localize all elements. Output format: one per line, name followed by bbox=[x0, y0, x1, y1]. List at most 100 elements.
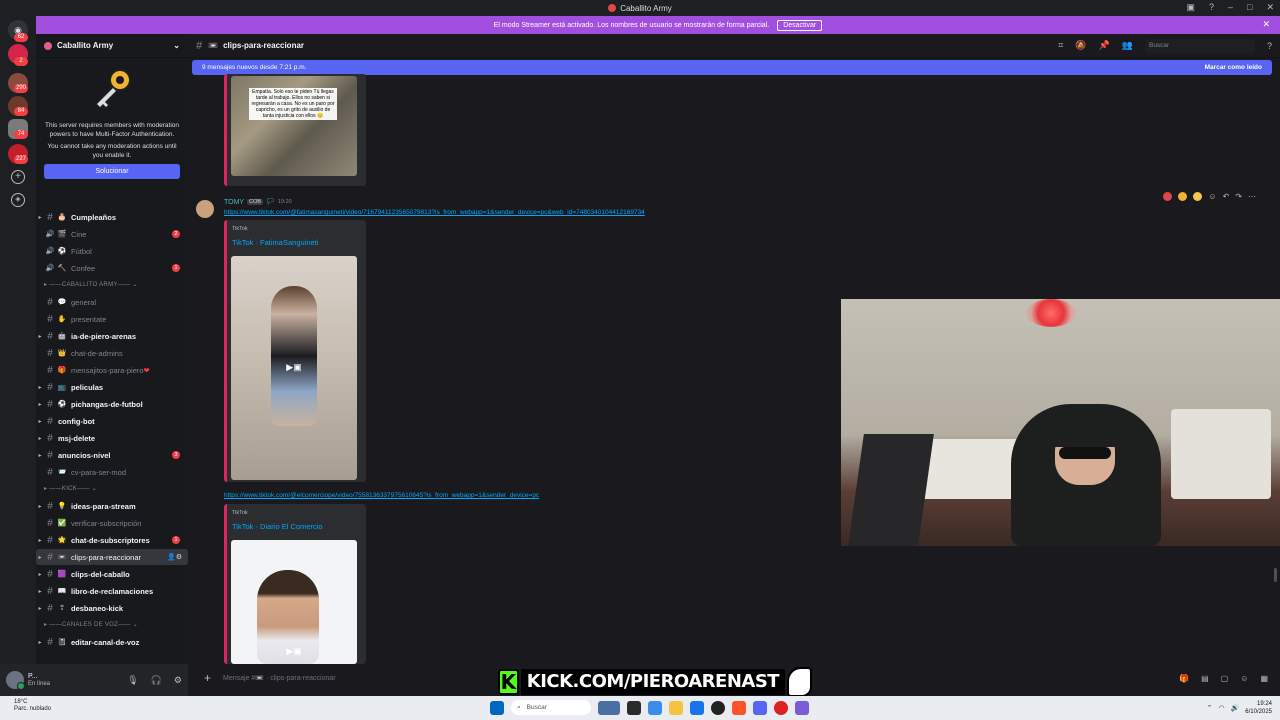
channel-item[interactable]: ▸ # 📓 editar-canal-de-voz bbox=[36, 634, 188, 650]
reaction-emoji-icon[interactable] bbox=[1163, 192, 1173, 201]
app-icon[interactable] bbox=[774, 700, 788, 715]
channel-category[interactable]: ▸ ——CABALLITO ARMY—— ⌄ bbox=[44, 281, 138, 288]
channel-item[interactable]: ▸ # ❣ desbaneo-kick bbox=[36, 600, 188, 616]
channel-item[interactable]: 🔊 ⚽ Fútbol bbox=[36, 243, 188, 259]
clock[interactable]: 19:24 6/10/2025 bbox=[1245, 700, 1272, 716]
channel-label: cv-para-ser-mod bbox=[71, 467, 127, 477]
help-icon[interactable]: ? bbox=[1267, 41, 1272, 51]
close-icon[interactable]: ✕ bbox=[1262, 19, 1270, 30]
wifi-icon[interactable]: ◠ bbox=[1218, 704, 1224, 712]
streamer-mode-text: El modo Streamer está activado. Los nomb… bbox=[493, 21, 770, 29]
minimize-button[interactable]: – bbox=[1228, 2, 1233, 13]
apps-icon[interactable]: ▦ bbox=[1260, 674, 1268, 683]
channel-item[interactable]: # 💬 general bbox=[36, 294, 188, 310]
discover-icon[interactable]: ◈ bbox=[11, 193, 25, 207]
gift-icon[interactable]: 🎁 bbox=[1179, 674, 1189, 683]
sticker-icon[interactable]: ▢ bbox=[1221, 674, 1229, 683]
channel-item[interactable]: # 📨 cv-para-ser-mod bbox=[36, 464, 188, 480]
reply-icon[interactable]: ↶ bbox=[1223, 192, 1230, 201]
headphones-icon[interactable]: 🎧 bbox=[151, 675, 162, 686]
channel-item[interactable]: ▸ # 🎂 Cumpleaños bbox=[36, 209, 188, 225]
emoji-icon[interactable]: ☺ bbox=[1240, 674, 1248, 683]
windows-start-icon[interactable] bbox=[490, 700, 504, 715]
message-link[interactable]: https://www.tiktok.com/@fatimasanguineti… bbox=[224, 209, 645, 216]
channel-item[interactable]: ▸ # msj-delete bbox=[36, 430, 188, 446]
hash-icon: # bbox=[47, 568, 53, 580]
discord-app: Caballito Army ▣ ? – □ ✕ El modo Streame… bbox=[0, 0, 1280, 720]
brave-icon[interactable] bbox=[732, 700, 746, 715]
widget-icon[interactable] bbox=[598, 700, 620, 715]
solucionar-button[interactable]: Solucionar bbox=[44, 164, 180, 179]
add-attachment-icon[interactable]: + bbox=[204, 671, 211, 685]
channel-item[interactable]: 🔊 🎬 Cine 2 bbox=[36, 226, 188, 242]
embed-title[interactable]: TikTok · Diario El Comercio bbox=[232, 522, 323, 531]
inbox-icon[interactable]: ▣ bbox=[1186, 2, 1195, 13]
channel-item[interactable]: ▸ # 📺 peliculas bbox=[36, 379, 188, 395]
chevron-up-icon[interactable]: ⌃ bbox=[1207, 704, 1213, 712]
channel-item[interactable]: ▸ # ⚽ pichangas-de-futbol bbox=[36, 396, 188, 412]
app-icon[interactable] bbox=[795, 700, 809, 715]
gif-icon[interactable]: ▤ bbox=[1201, 674, 1209, 683]
volume-icon[interactable]: 🔊 bbox=[1231, 704, 1240, 712]
channel-item[interactable]: ▸ # 🤖 ia-de-piero-arenas bbox=[36, 328, 188, 344]
file-explorer-icon[interactable] bbox=[669, 700, 683, 715]
new-messages-bar[interactable]: 9 mensajes nuevos desde 7:21 p.m. Marcar… bbox=[192, 60, 1272, 75]
threads-icon[interactable]: ⌗ bbox=[1058, 40, 1063, 51]
channel-item[interactable]: ▸ # config-bot bbox=[36, 413, 188, 429]
channel-item[interactable]: # 🎁 mensajitos-para-piero ❤ bbox=[36, 362, 188, 378]
obs-icon[interactable] bbox=[711, 700, 725, 715]
maximize-button[interactable]: □ bbox=[1247, 2, 1252, 13]
help-icon[interactable]: ? bbox=[1209, 2, 1214, 13]
neon-logo bbox=[1026, 299, 1076, 327]
composer-input[interactable]: Mensaje #📼 · clips-para-reaccionar bbox=[223, 674, 336, 682]
search-input[interactable]: Buscar bbox=[1144, 38, 1255, 53]
horse-icon bbox=[787, 667, 812, 697]
more-icon[interactable]: ⋯ bbox=[1248, 192, 1256, 201]
mic-icon[interactable]: 🎙 bbox=[127, 675, 138, 686]
mute-icon[interactable]: 🔕 bbox=[1075, 40, 1086, 51]
add-server-icon[interactable]: + bbox=[11, 170, 25, 184]
add-reaction-icon[interactable]: ☺ bbox=[1208, 192, 1216, 201]
task-view-icon[interactable] bbox=[627, 700, 641, 715]
forward-icon[interactable]: ↷ bbox=[1235, 192, 1242, 201]
copilot-icon[interactable] bbox=[648, 700, 662, 715]
channel-item[interactable]: ▸ # 🟪 clips-del-caballo bbox=[36, 566, 188, 582]
scrollbar[interactable] bbox=[1274, 568, 1277, 582]
avatar[interactable] bbox=[196, 200, 214, 218]
avatar[interactable] bbox=[6, 671, 25, 690]
play-icon[interactable]: ▶▣ bbox=[282, 362, 306, 374]
chevron-down-icon[interactable]: ⌄ bbox=[173, 41, 180, 50]
reaction-emoji-icon[interactable] bbox=[1193, 192, 1203, 201]
weather-widget[interactable]: 18°C Parc. nublado bbox=[14, 699, 51, 713]
channel-item[interactable]: ▸ # 📖 libro-de-reclamaciones bbox=[36, 583, 188, 599]
channel-category[interactable]: ▸ ——KICK—— ⌄ bbox=[44, 485, 97, 492]
mark-as-read-button[interactable]: Marcar como leído bbox=[1205, 64, 1262, 71]
pin-icon[interactable]: 📌 bbox=[1099, 40, 1110, 51]
settings-icon[interactable]: ⚙ bbox=[174, 675, 182, 686]
taskbar-search[interactable]: ⌕ Buscar bbox=[511, 700, 591, 715]
channel-item[interactable]: ▸ # 🌟 chat-de-subscriptores 1 bbox=[36, 532, 188, 548]
channel-category[interactable]: ▸ ——CANALES DE VOZ—— ⌄ bbox=[44, 621, 138, 628]
app-logo-icon bbox=[608, 4, 617, 12]
server-header[interactable]: Caballito Army ⌄ bbox=[36, 34, 188, 58]
channel-item[interactable]: # ✅ verificar-subscripción bbox=[36, 515, 188, 531]
channel-label: ia-de-piero-arenas bbox=[71, 331, 137, 341]
message-link[interactable]: https://www.tiktok.com/@elcomerciope/vid… bbox=[224, 492, 539, 499]
channel-item[interactable]: # 👑 chat-de-admins bbox=[36, 345, 188, 361]
channel-item[interactable]: # ✋ presentate bbox=[36, 311, 188, 327]
deactivate-streamer-button[interactable]: Desactivar bbox=[777, 19, 823, 31]
close-button[interactable]: ✕ bbox=[1266, 2, 1274, 13]
members-icon[interactable]: 👥 bbox=[1122, 40, 1133, 51]
channel-item[interactable]: 🔊 🔨 Confee 1 bbox=[36, 260, 188, 276]
store-icon[interactable] bbox=[690, 700, 704, 715]
channel-item[interactable]: ▸ # anuncios-nivel 3 bbox=[36, 447, 188, 463]
channel-item[interactable]: ▸ # 📼 clips-para-reaccionar 👤⚙ bbox=[36, 549, 188, 565]
author-name[interactable]: TOMY bbox=[224, 199, 244, 206]
play-icon[interactable]: ▶▣ bbox=[282, 646, 306, 658]
channel-settings-icon[interactable]: 👤⚙ bbox=[167, 553, 182, 561]
embed-thumbnail[interactable]: Empatía. Solo eso te piden Tú llegas tar… bbox=[231, 76, 357, 176]
reaction-emoji-icon[interactable] bbox=[1178, 192, 1188, 201]
channel-item[interactable]: ▸ # 💡 ideas-para-stream bbox=[36, 498, 188, 514]
embed-title[interactable]: TikTok · FatimaSanguineti bbox=[232, 238, 318, 247]
discord-icon[interactable] bbox=[753, 700, 767, 715]
